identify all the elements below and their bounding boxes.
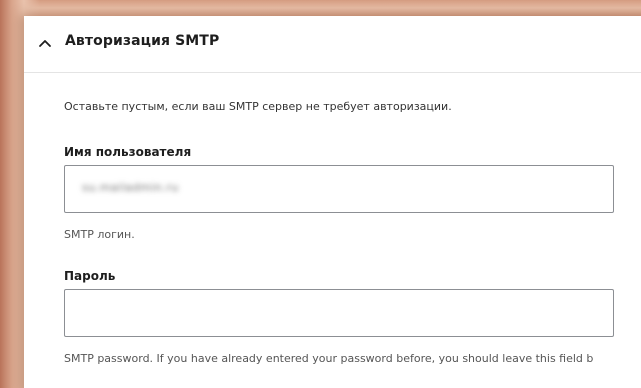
section-header[interactable]: Авторизация SMTP [24, 16, 641, 73]
password-help: SMTP password. If you have already enter… [64, 352, 594, 365]
username-input[interactable] [64, 165, 614, 213]
password-label: Пароль [64, 269, 116, 283]
section-description: Оставьте пустым, если ваш SMTP сервер не… [64, 100, 452, 113]
section-title: Авторизация SMTP [65, 33, 220, 49]
chevron-up-icon[interactable] [38, 36, 52, 50]
password-input[interactable] [64, 289, 614, 337]
smtp-auth-panel: Авторизация SMTP Оставьте пустым, если в… [24, 16, 641, 388]
username-help: SMTP логин. [64, 228, 135, 241]
username-label: Имя пользователя [64, 145, 192, 159]
